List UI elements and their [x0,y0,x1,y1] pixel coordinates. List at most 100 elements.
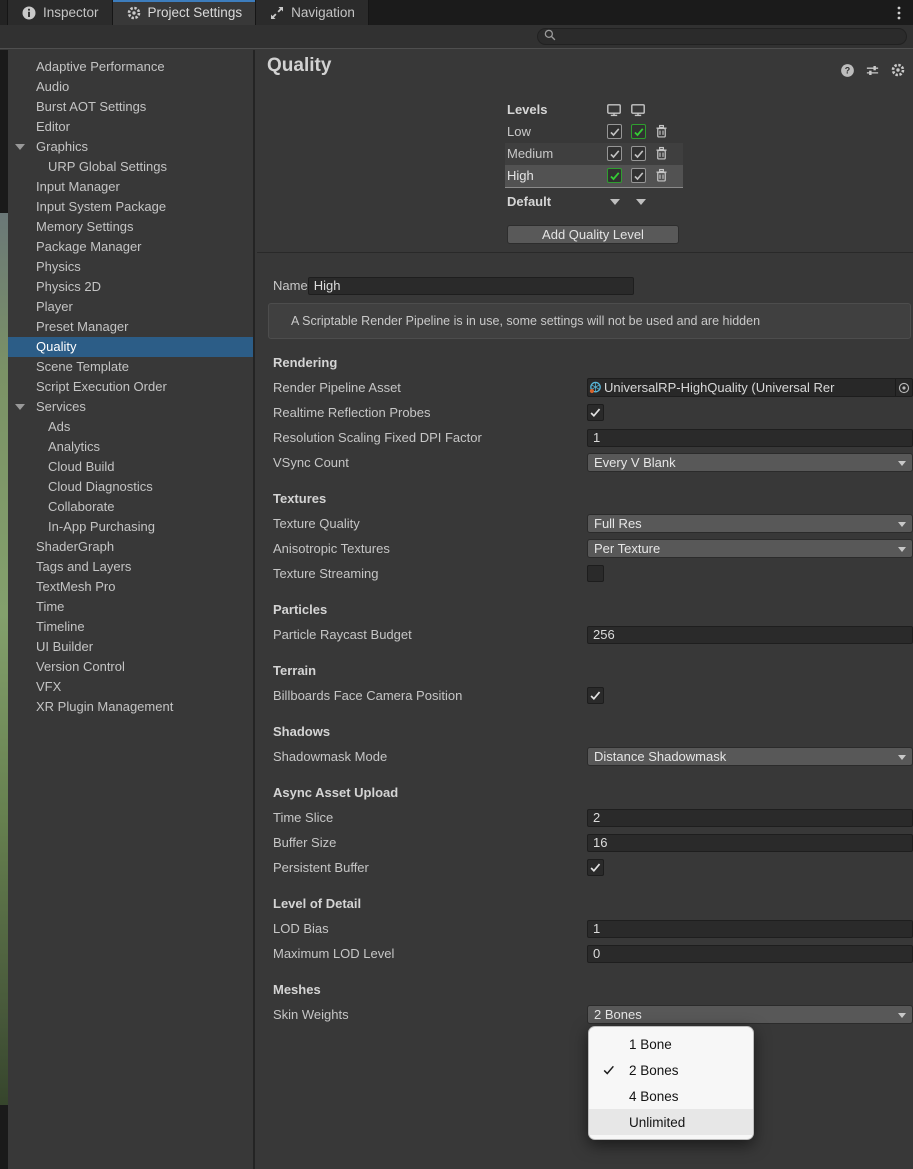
chevron-down-icon [898,1013,906,1018]
sidebar-item-preset-manager[interactable]: Preset Manager [8,317,253,337]
sidebar-item-audio[interactable]: Audio [8,77,253,97]
platform-checkbox[interactable] [631,124,646,139]
sidebar-item-quality[interactable]: Quality [8,337,253,357]
delete-level-button[interactable] [654,146,670,162]
sidebar-item-physics-2d[interactable]: Physics 2D [8,277,253,297]
name-field[interactable]: High [307,276,634,295]
sidebar-item-adaptive-performance[interactable]: Adaptive Performance [8,57,253,77]
shadowmask-mode-dropdown[interactable]: Distance Shadowmask [587,747,913,766]
platform-checkbox[interactable] [631,146,646,161]
setting-row: Time Slice 2 [257,805,913,830]
sidebar-item-analytics[interactable]: Analytics [8,437,253,457]
sidebar-item-tags-and-layers[interactable]: Tags and Layers [8,557,253,577]
kebab-menu-button[interactable] [890,4,908,22]
section-header: Terrain [273,663,317,678]
sidebar-item-label: Input Manager [36,179,120,194]
quality-level-row-low[interactable]: Low [505,121,683,143]
menu-item-4-bones[interactable]: 4 Bones [589,1083,753,1109]
navigation-icon [269,5,285,21]
default-dropdown-arrow[interactable] [636,199,646,205]
sidebar-item-input-manager[interactable]: Input Manager [8,177,253,197]
sidebar-item-input-system-package[interactable]: Input System Package [8,197,253,217]
sidebar-item-script-execution-order[interactable]: Script Execution Order [8,377,253,397]
sidebar-item-timeline[interactable]: Timeline [8,617,253,637]
platform-checkbox[interactable] [607,168,622,183]
quality-level-row-medium[interactable]: Medium [505,143,683,165]
chevron-down-icon [898,461,906,466]
particle-raycast-budget-field[interactable]: 256 [587,625,913,644]
sidebar-item-in-app-purchasing[interactable]: In-App Purchasing [8,517,253,537]
tab-navigation[interactable]: Navigation [256,0,369,25]
chevron-down-icon[interactable] [15,144,25,150]
tab-inspector[interactable]: Inspector [8,0,113,25]
help-icon: ? [840,63,855,78]
search-box[interactable] [537,28,907,45]
sidebar-item-version-control[interactable]: Version Control [8,657,253,677]
sidebar-item-editor[interactable]: Editor [8,117,253,137]
srp-info-text: A Scriptable Render Pipeline is in use, … [291,314,761,328]
section-header: Level of Detail [273,896,362,911]
preset-icon[interactable] [865,63,880,78]
render-pipeline-asset-object-field[interactable]: UniversalRP-HighQuality (Universal Rer [587,378,913,397]
sidebar-item-collaborate[interactable]: Collaborate [8,497,253,517]
vsync-count-dropdown[interactable]: Every V Blank [587,453,913,472]
sidebar-item-memory-settings[interactable]: Memory Settings [8,217,253,237]
platform-checkbox[interactable] [607,124,622,139]
default-dropdown-arrow[interactable] [610,199,620,205]
search-input[interactable] [557,28,901,45]
texture-quality-dropdown[interactable]: Full Res [587,514,913,533]
skin-weights-dropdown[interactable]: 2 Bones [587,1005,913,1024]
lod-bias-field[interactable]: 1 [587,919,913,938]
sidebar-item-burst-aot-settings[interactable]: Burst AOT Settings [8,97,253,117]
setting-label: Particle Raycast Budget [273,627,412,642]
texture-streaming-checkbox[interactable] [587,565,604,582]
resolution-scaling-fixed-dpi-factor-field[interactable]: 1 [587,428,913,447]
buffer-size-field[interactable]: 16 [587,833,913,852]
sidebar-item-package-manager[interactable]: Package Manager [8,237,253,257]
setting-row: Texture Quality Full Res [257,511,913,536]
sidebar-item-physics[interactable]: Physics [8,257,253,277]
setting-row: Skin Weights 2 Bones [257,1002,913,1027]
chevron-down-icon[interactable] [15,404,25,410]
menu-item-2-bones[interactable]: 2 Bones [589,1057,753,1083]
gear-icon[interactable] [890,62,906,78]
object-picker-button[interactable] [895,379,912,396]
sidebar-item-services[interactable]: Services [8,397,253,417]
maximum-lod-level-field[interactable]: 0 [587,944,913,963]
help-icon[interactable]: ? [840,63,855,78]
urp-asset-icon [588,380,603,395]
time-slice-field[interactable]: 2 [587,808,913,827]
persistent-buffer-checkbox[interactable] [587,859,604,876]
sidebar-item-cloud-build[interactable]: Cloud Build [8,457,253,477]
delete-level-button[interactable] [654,168,670,184]
sidebar-item-xr-plugin-management[interactable]: XR Plugin Management [8,697,253,717]
menu-item-unlimited[interactable]: Unlimited [589,1109,753,1135]
section-header: Shadows [273,724,331,739]
sidebar-item-shadergraph[interactable]: ShaderGraph [8,537,253,557]
sidebar-item-textmesh-pro[interactable]: TextMesh Pro [8,577,253,597]
realtime-reflection-probes-checkbox[interactable] [587,404,604,421]
add-quality-level-button[interactable]: Add Quality Level [507,225,679,244]
delete-level-button[interactable] [654,124,670,140]
menu-item-1-bone[interactable]: 1 Bone [589,1031,753,1057]
sidebar-item-ads[interactable]: Ads [8,417,253,437]
sidebar-item-scene-template[interactable]: Scene Template [8,357,253,377]
menu-item-label: 4 Bones [629,1088,679,1104]
quality-level-row-high[interactable]: High [505,165,683,187]
sidebar-item-ui-builder[interactable]: UI Builder [8,637,253,657]
sidebar-item-vfx[interactable]: VFX [8,677,253,697]
platform-checkbox[interactable] [607,146,622,161]
sidebar-item-graphics[interactable]: Graphics [8,137,253,157]
setting-label: Persistent Buffer [273,860,369,875]
sidebar-item-time[interactable]: Time [8,597,253,617]
sidebar-item-player[interactable]: Player [8,297,253,317]
sidebar-item-urp-global-settings[interactable]: URP Global Settings [8,157,253,177]
setting-label: Resolution Scaling Fixed DPI Factor [273,430,482,445]
tab-project-settings[interactable]: Project Settings [112,0,257,25]
platform-checkbox[interactable] [631,168,646,183]
quality-settings-panel: Quality ? Levels Low Medium High Default [257,50,913,1169]
billboards-face-camera-position-checkbox[interactable] [587,687,604,704]
anisotropic-textures-dropdown[interactable]: Per Texture [587,539,913,558]
sidebar-item-cloud-diagnostics[interactable]: Cloud Diagnostics [8,477,253,497]
section-header: Rendering [273,355,338,370]
